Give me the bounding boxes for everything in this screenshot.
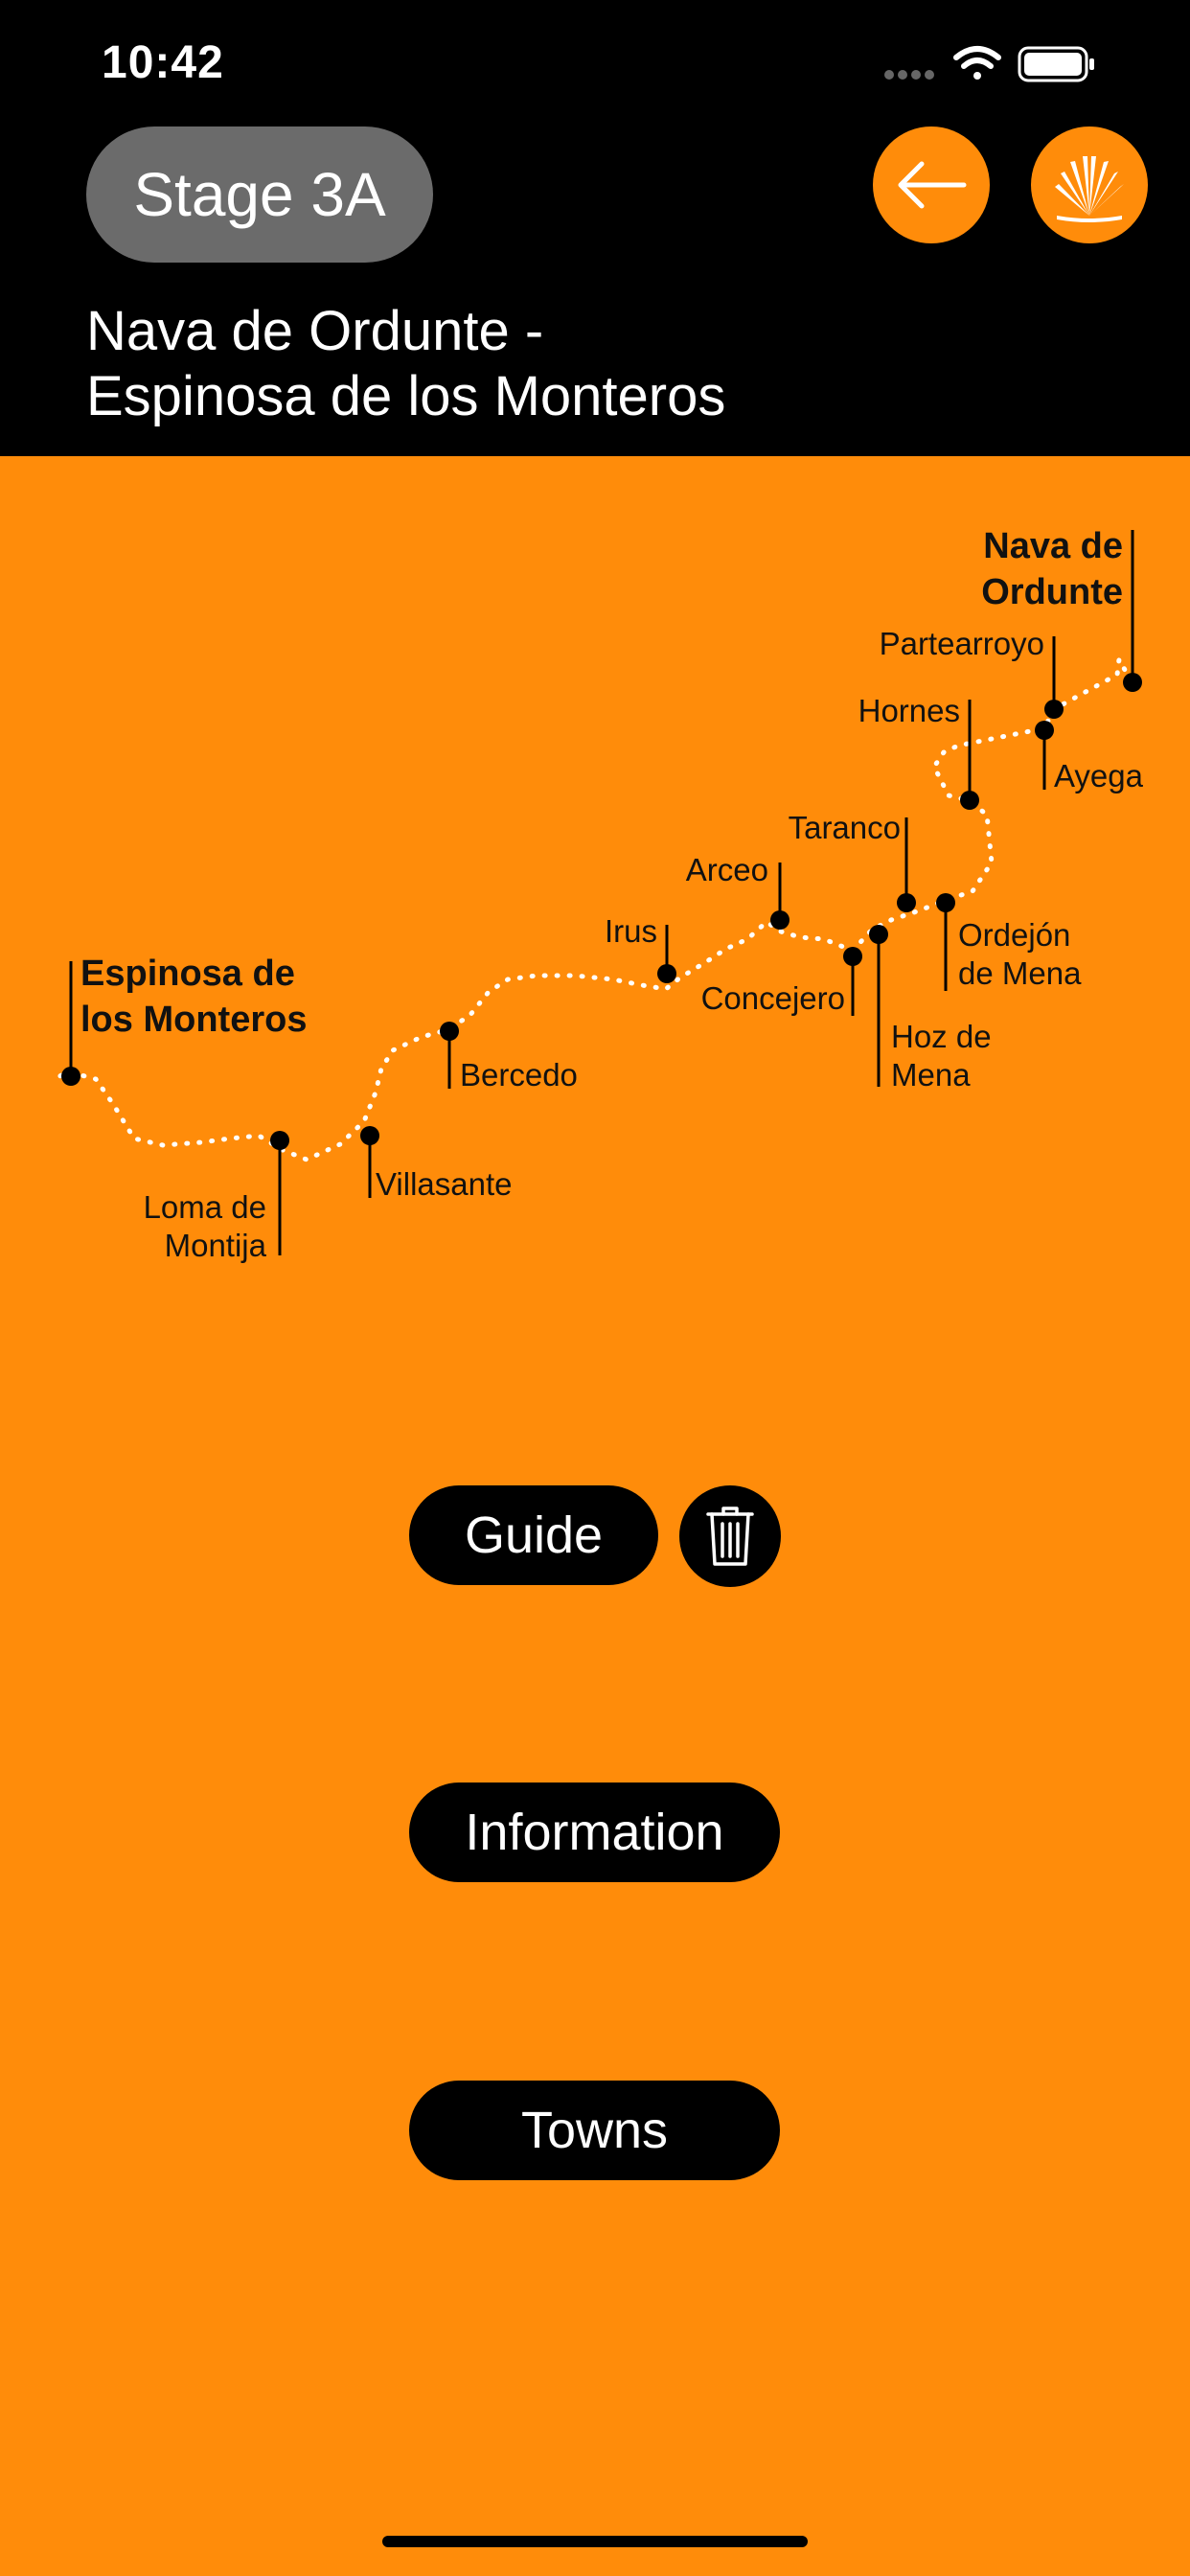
town-marker-irus[interactable] <box>657 925 676 983</box>
town-label-taranco: Taranco <box>788 810 901 845</box>
stage-pill: Stage 3A <box>86 126 433 263</box>
status-icons <box>883 42 1133 90</box>
town-label-villasante: Villasante <box>376 1166 513 1202</box>
town-marker-ayega[interactable] <box>1035 721 1054 790</box>
information-button[interactable]: Information <box>409 1782 780 1882</box>
town-label-espinosa: Espinosa de los Monteros <box>80 954 308 1040</box>
signal-icon <box>884 70 934 80</box>
guide-button[interactable]: Guide <box>409 1485 658 1585</box>
delete-guide-button[interactable] <box>679 1485 781 1587</box>
town-label-irus: Irus <box>604 913 657 949</box>
town-marker-loma[interactable] <box>270 1131 289 1255</box>
town-marker-partearroyo[interactable] <box>1044 636 1064 719</box>
arrow-left-icon <box>898 161 967 209</box>
town-marker-bercedo[interactable] <box>440 1022 459 1089</box>
town-label-hornes: Hornes <box>858 693 960 728</box>
wifi-icon <box>953 46 1001 80</box>
towns-button[interactable]: Towns <box>409 2081 780 2180</box>
battery-icon <box>1018 46 1094 82</box>
town-label-partearroyo: Partearroyo <box>879 626 1044 661</box>
town-label-concejero: Concejero <box>700 980 845 1016</box>
town-marker-arceo[interactable] <box>770 862 790 930</box>
status-time: 10:42 <box>102 37 224 88</box>
town-label-bercedo: Bercedo <box>460 1057 578 1092</box>
shell-button[interactable] <box>1031 126 1148 243</box>
scallop-shell-icon <box>1055 156 1124 222</box>
trash-icon <box>706 1506 754 1566</box>
town-marker-hoz[interactable] <box>869 925 888 1087</box>
town-label-arceo: Arceo <box>685 852 768 887</box>
stage-title-line2: Espinosa de los Monteros <box>86 365 726 427</box>
header: 10:42 Stage 3A Nava de Ordunte - Espinos… <box>0 0 1190 456</box>
town-label-ayega: Ayega <box>1054 758 1143 794</box>
home-indicator[interactable] <box>382 2536 808 2547</box>
stage-title-line1: Nava de Ordunte - <box>86 300 544 362</box>
town-label-hoz: Hoz de Mena <box>891 1019 992 1092</box>
town-label-nava: Nava de Ordunte <box>981 526 1123 612</box>
route-map: Nava de Ordunte Partearroyo Hornes Ayega… <box>0 456 1190 1300</box>
town-marker-espinosa[interactable] <box>61 961 80 1086</box>
town-label-ordejon: Ordejón de Mena <box>958 917 1082 991</box>
back-button[interactable] <box>873 126 990 243</box>
town-marker-hornes[interactable] <box>960 700 979 810</box>
town-label-loma: Loma de Montija <box>143 1189 266 1263</box>
town-marker-concejero[interactable] <box>843 947 862 1016</box>
town-marker-ordejon[interactable] <box>936 893 955 991</box>
